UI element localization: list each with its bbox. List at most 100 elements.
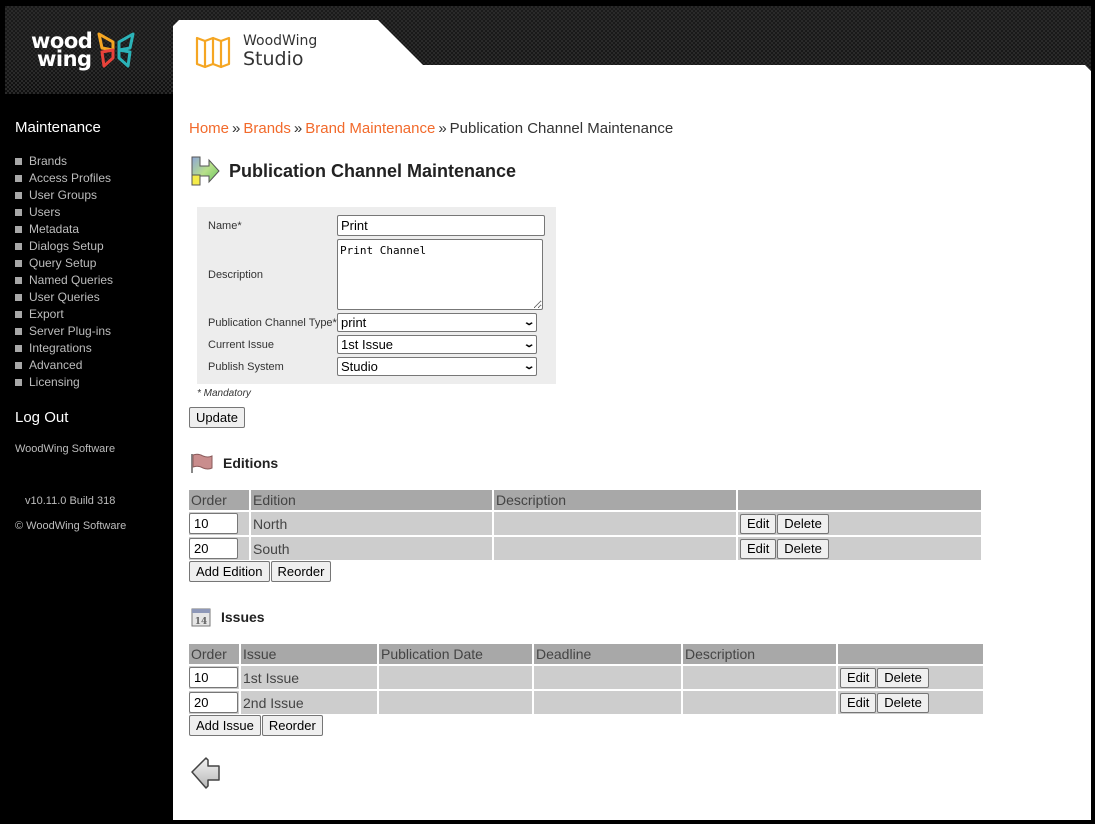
delete-button[interactable]: Delete — [777, 538, 829, 559]
edit-button[interactable]: Edit — [840, 667, 877, 688]
col-actions — [838, 644, 983, 664]
bullet-icon — [15, 328, 22, 335]
channel-type-select[interactable]: print ⌄ — [337, 313, 537, 332]
col-issue[interactable]: Issue — [241, 644, 377, 664]
sidebar-item-integrations[interactable]: Integrations — [15, 340, 175, 357]
name-label: Name* — [208, 219, 242, 232]
sidebar-item-label: Export — [29, 307, 64, 321]
sidebar-item-user-groups[interactable]: User Groups — [15, 187, 175, 204]
bullet-icon — [15, 345, 22, 352]
breadcrumb-brands[interactable]: Brands — [243, 120, 291, 137]
reorder-issues-button[interactable]: Reorder — [261, 715, 323, 736]
order-input[interactable] — [189, 667, 238, 688]
update-button[interactable]: Update — [189, 407, 245, 428]
col-edition[interactable]: Edition — [251, 490, 492, 510]
sidebar-item-export[interactable]: Export — [15, 306, 175, 323]
sidebar-item-users[interactable]: Users — [15, 204, 175, 221]
order-input[interactable] — [189, 513, 238, 534]
back-button[interactable] — [190, 756, 1079, 795]
chevron-down-icon: ⌄ — [522, 361, 536, 372]
sidebar-item-named-queries[interactable]: Named Queries — [15, 272, 175, 289]
sidebar-item-brands[interactable]: Brands — [15, 153, 175, 170]
company-link[interactable]: WoodWing Software — [15, 443, 175, 455]
editions-title: Editions — [223, 455, 279, 471]
sidebar-item-query-setup[interactable]: Query Setup — [15, 255, 175, 272]
issues-table: Order Issue Publication Date Deadline De… — [187, 642, 985, 716]
editions-header-row: Order Edition Description — [189, 490, 981, 510]
add-issue-button[interactable]: Add Issue — [189, 715, 261, 736]
order-input[interactable] — [189, 538, 238, 559]
col-publication-date[interactable]: Publication Date — [379, 644, 532, 664]
sidebar-item-label: Brands — [29, 154, 68, 168]
studio-logo[interactable]: WoodWing Studio — [195, 34, 317, 69]
delete-button[interactable]: Delete — [877, 692, 929, 713]
sidebar-item-label: Query Setup — [29, 256, 97, 270]
woodwing-logo[interactable]: wood wing — [31, 26, 141, 74]
col-deadline[interactable]: Deadline — [534, 644, 681, 664]
breadcrumb-separator: » — [438, 120, 447, 137]
sidebar-item-server-plugins[interactable]: Server Plug-ins — [15, 323, 175, 340]
col-description[interactable]: Description — [494, 490, 736, 510]
table-row: 1st Issue Edit Delete — [189, 666, 983, 689]
col-order[interactable]: Order — [189, 490, 249, 510]
studio-logo-line2: Studio — [243, 48, 304, 70]
publish-system-select[interactable]: Studio ⌄ — [337, 357, 537, 376]
sidebar-item-label: User Groups — [29, 188, 98, 202]
sidebar-item-label: Metadata — [29, 222, 80, 236]
mandatory-note: * Mandatory — [197, 388, 251, 399]
sidebar-item-user-queries[interactable]: User Queries — [15, 289, 175, 306]
col-order[interactable]: Order — [189, 644, 239, 664]
channel-form: Name* Description Print Channel Publicat… — [197, 207, 556, 384]
bullet-icon — [15, 175, 22, 182]
sidebar: Maintenance Brands Access Profiles User … — [15, 119, 175, 532]
sidebar-item-label: Server Plug-ins — [29, 324, 112, 338]
breadcrumb-home[interactable]: Home — [189, 120, 229, 137]
edit-button[interactable]: Edit — [740, 513, 777, 534]
sidebar-item-metadata[interactable]: Metadata — [15, 221, 175, 238]
delete-button[interactable]: Delete — [777, 513, 829, 534]
bullet-icon — [15, 209, 22, 216]
description-cell — [494, 512, 736, 535]
current-issue-row: Current Issue 1st Issue ⌄ — [208, 335, 545, 354]
issues-header-row: Order Issue Publication Date Deadline De… — [189, 644, 983, 664]
bullet-icon — [15, 311, 22, 318]
breadcrumb-separator: » — [293, 120, 303, 137]
editions-table: Order Edition Description North Edit Del… — [187, 488, 983, 562]
page-title: Publication Channel Maintenance — [229, 160, 517, 181]
sidebar-item-advanced[interactable]: Advanced — [15, 357, 175, 374]
butterfly-logo-icon — [97, 32, 135, 68]
sidebar-item-access-profiles[interactable]: Access Profiles — [15, 170, 175, 187]
description-cell — [683, 691, 836, 714]
chevron-down-icon: ⌄ — [522, 339, 536, 350]
bullet-icon — [15, 260, 22, 267]
current-issue-value: 1st Issue — [341, 337, 394, 352]
logo-line2: wing — [37, 47, 92, 71]
bullet-icon — [15, 277, 22, 284]
order-input[interactable] — [189, 692, 238, 713]
actions-cell: Edit Delete — [838, 691, 983, 714]
add-edition-button[interactable]: Add Edition — [189, 561, 270, 582]
name-input[interactable] — [337, 215, 545, 236]
description-cell — [494, 537, 736, 560]
edition-cell: North — [251, 512, 492, 535]
reorder-editions-button[interactable]: Reorder — [270, 561, 332, 582]
delete-button[interactable]: Delete — [877, 667, 929, 688]
breadcrumb-brand-maintenance[interactable]: Brand Maintenance — [305, 120, 435, 137]
edit-button[interactable]: Edit — [740, 538, 777, 559]
col-actions — [738, 490, 981, 510]
current-issue-select[interactable]: 1st Issue ⌄ — [337, 335, 537, 354]
col-description[interactable]: Description — [683, 644, 836, 664]
publish-system-value: Studio — [341, 359, 378, 374]
description-textarea[interactable]: Print Channel — [337, 239, 543, 310]
main-panel: WoodWing Studio Home» Brands» Brand Mainte… — [173, 20, 1091, 820]
actions-cell: Edit Delete — [738, 537, 981, 560]
order-cell — [189, 537, 249, 560]
sidebar-item-label: Named Queries — [29, 273, 114, 287]
calendar-day: 14 — [195, 617, 208, 627]
order-cell — [189, 691, 239, 714]
sidebar-item-dialogs-setup[interactable]: Dialogs Setup — [15, 238, 175, 255]
edit-button[interactable]: Edit — [840, 692, 877, 713]
logout-link[interactable]: Log Out — [15, 409, 175, 426]
editions-header: Editions — [189, 452, 1079, 474]
sidebar-item-licensing[interactable]: Licensing — [15, 374, 175, 391]
